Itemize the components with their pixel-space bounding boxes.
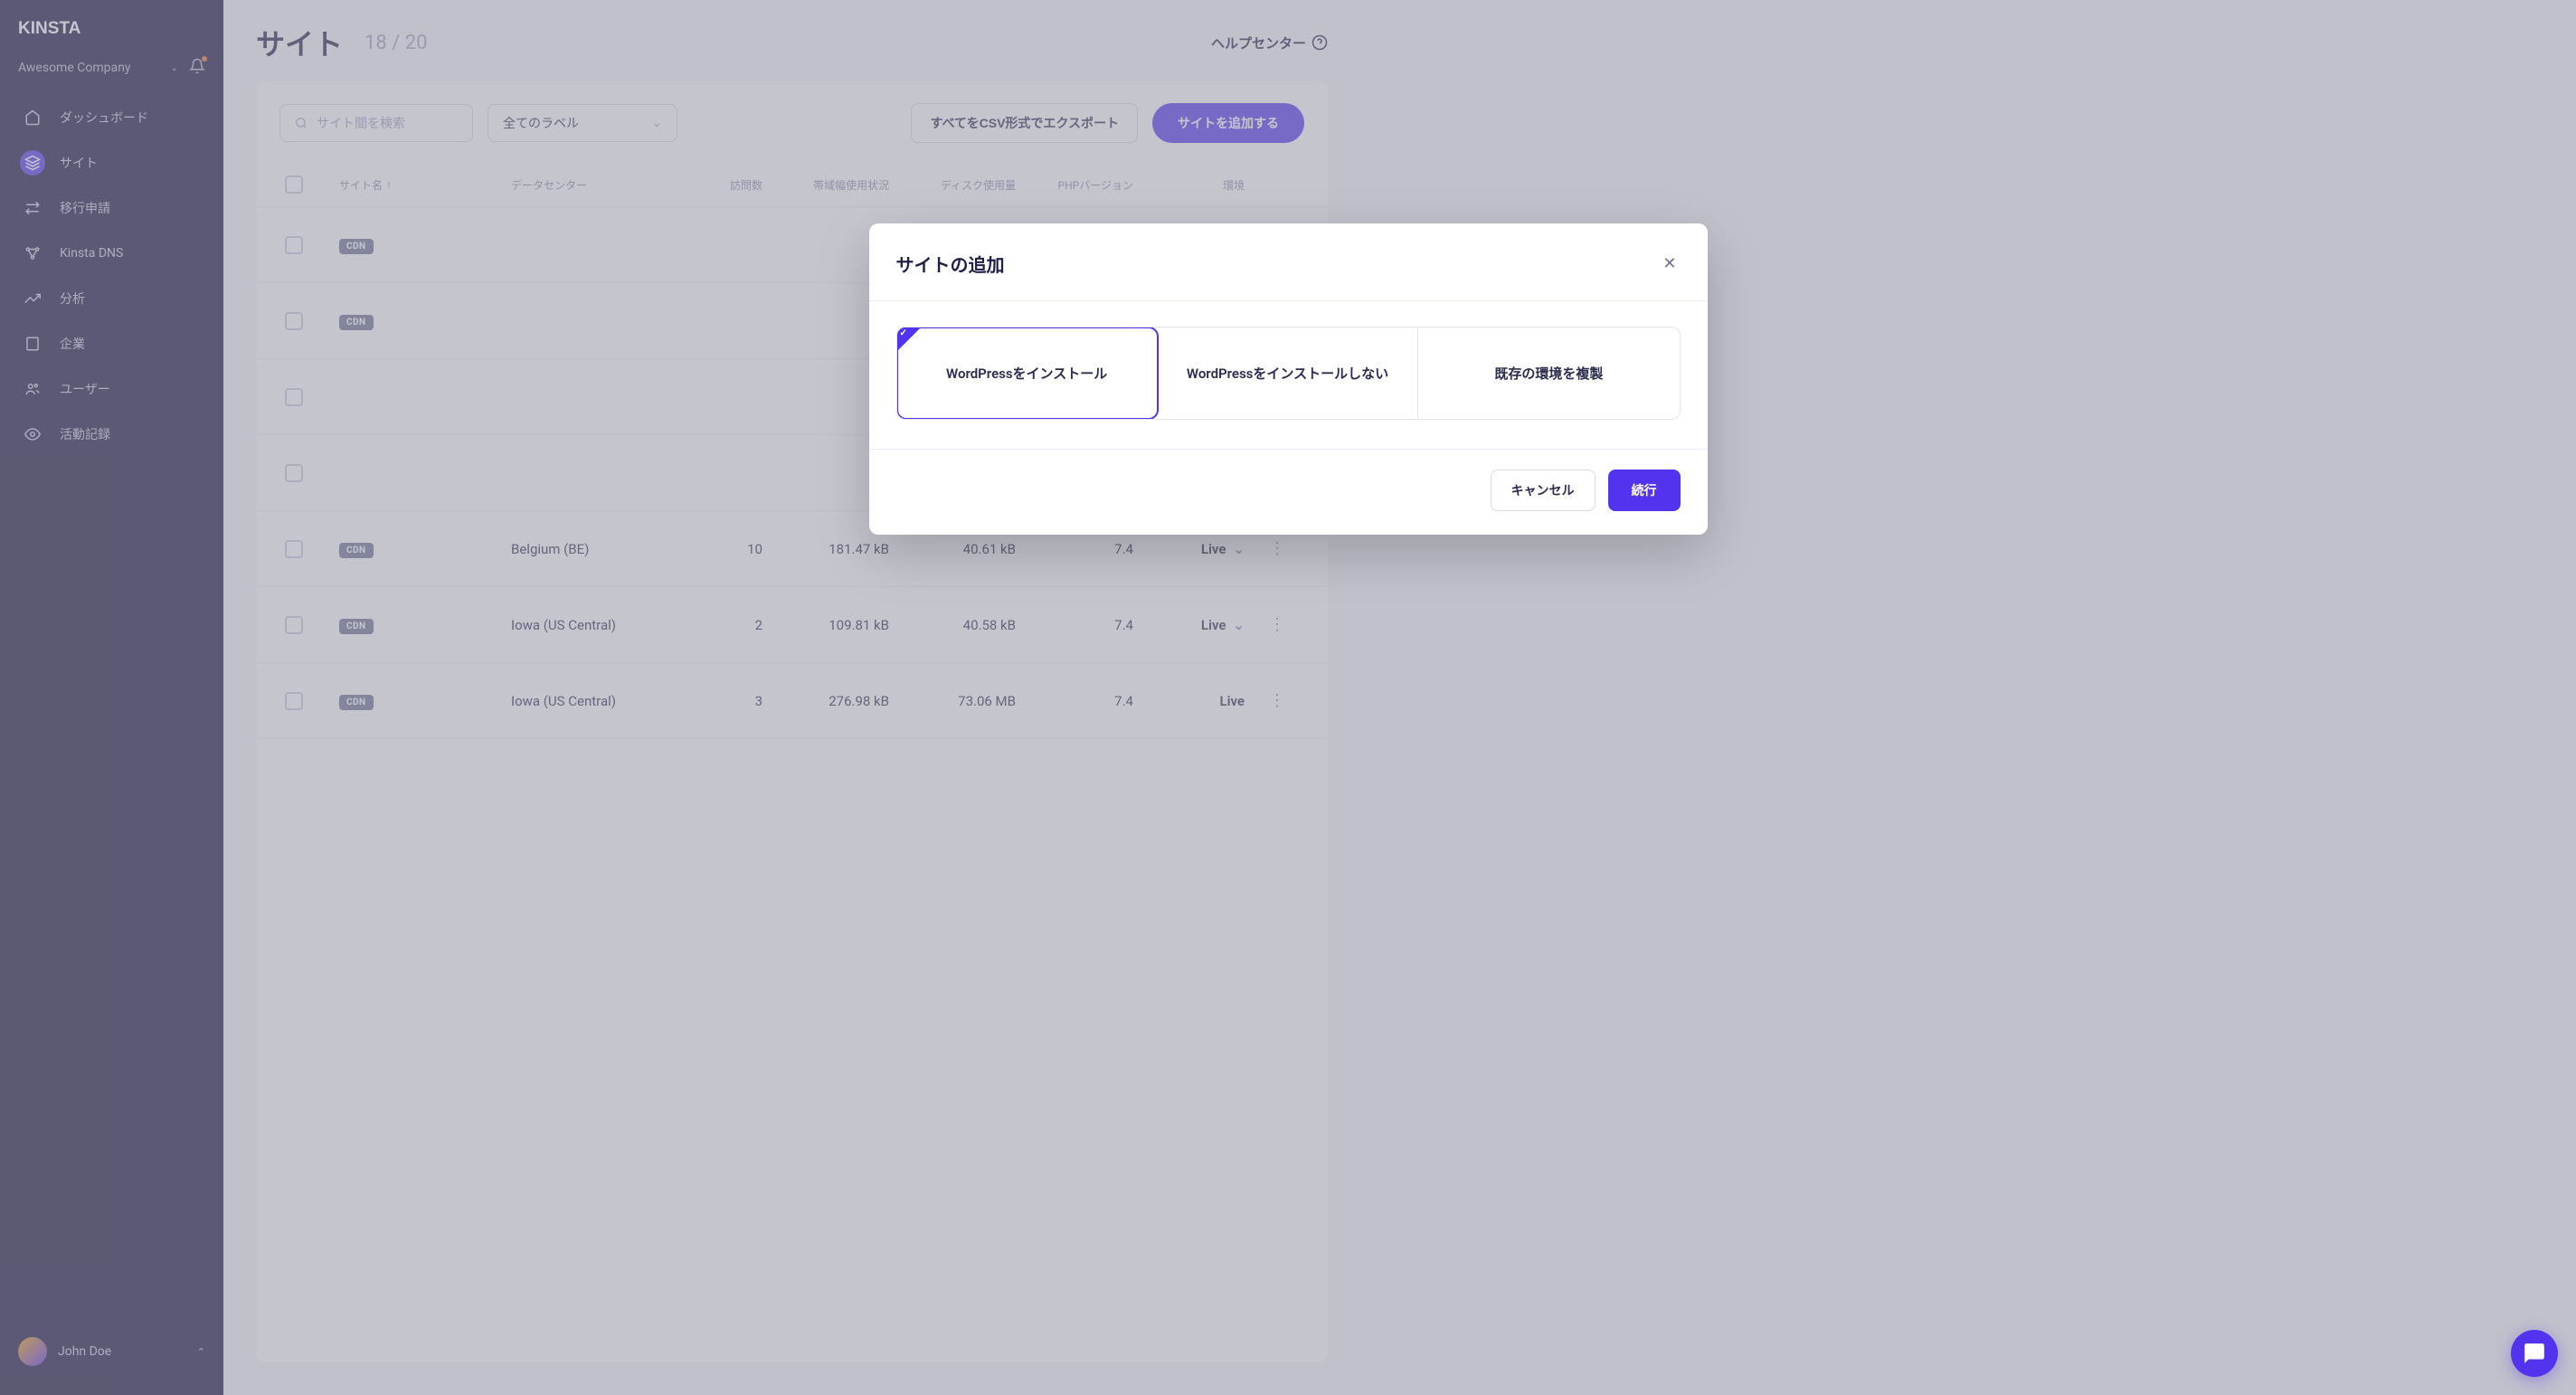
chat-fab[interactable] xyxy=(2511,1330,2558,1377)
option-label: WordPressをインストールしない xyxy=(1187,365,1388,382)
cancel-button[interactable]: キャンセル xyxy=(1491,470,1596,511)
modal-title: サイトの追加 xyxy=(896,251,1005,277)
option-install-wordpress[interactable]: WordPressをインストール xyxy=(897,327,1158,419)
modal-footer: キャンセル 続行 xyxy=(869,449,1708,535)
close-icon[interactable]: ✕ xyxy=(1659,251,1680,277)
modal-header: サイトの追加 ✕ xyxy=(869,223,1708,301)
check-icon xyxy=(897,327,921,351)
modal-overlay[interactable]: サイトの追加 ✕ WordPressをインストール WordPressをインスト… xyxy=(0,0,2576,1395)
chat-icon xyxy=(2523,1342,2546,1365)
option-clone[interactable]: 既存の環境を複製 xyxy=(1418,327,1679,419)
option-grid: WordPressをインストール WordPressをインストールしない 既存の… xyxy=(896,327,1681,420)
option-label: 既存の環境を複製 xyxy=(1494,365,1603,382)
continue-button[interactable]: 続行 xyxy=(1608,470,1681,511)
option-no-install[interactable]: WordPressをインストールしない xyxy=(1158,327,1418,419)
option-label: WordPressをインストール xyxy=(946,365,1107,382)
add-site-modal: サイトの追加 ✕ WordPressをインストール WordPressをインスト… xyxy=(869,223,1708,535)
modal-body: WordPressをインストール WordPressをインストールしない 既存の… xyxy=(869,301,1708,449)
